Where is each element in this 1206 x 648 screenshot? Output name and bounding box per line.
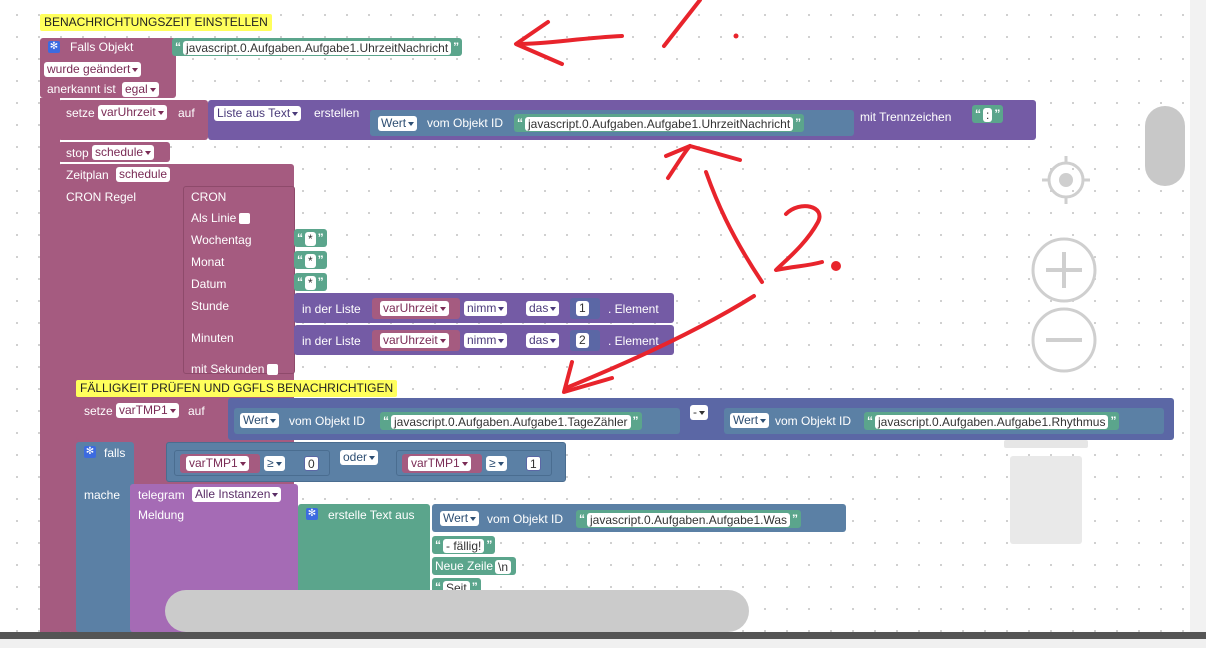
blockly-workspace[interactable]: BENACHRICHTUNGSZEIT EINSTELLEN ✻ Falls O… bbox=[0, 0, 1190, 632]
page-vertical-scrollbar[interactable] bbox=[1190, 0, 1206, 632]
red-annotations bbox=[514, 0, 841, 394]
bottom-status-bar bbox=[0, 632, 1206, 648]
